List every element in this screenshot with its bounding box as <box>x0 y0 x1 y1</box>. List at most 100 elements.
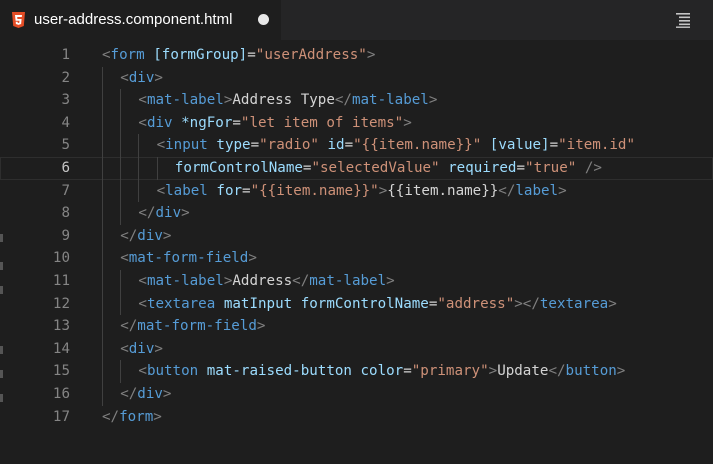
indent-guide <box>120 292 122 316</box>
code-token: < <box>138 295 147 312</box>
line-number: 8 <box>61 205 70 222</box>
indent-guide <box>102 157 103 180</box>
code-line[interactable]: 11 <mat-label>Address</mat-label> <box>0 270 713 293</box>
code-token: > <box>378 182 388 199</box>
code-token: "{{item.name}}" <box>250 182 379 199</box>
code-line[interactable]: 3 <mat-label>Address Type</mat-label> <box>0 89 713 112</box>
code-token: div <box>137 386 163 402</box>
code-token: label <box>515 182 559 199</box>
code-token: mat-label <box>146 273 224 289</box>
code-line[interactable]: 6 formControlName = "selectedValue" require… <box>0 157 713 180</box>
code-token: < <box>156 137 166 154</box>
line-number: 5 <box>61 137 70 154</box>
code-token: > <box>386 273 395 289</box>
code-token: > <box>488 363 498 380</box>
code-token: id <box>327 137 345 154</box>
code-token: = <box>232 114 241 131</box>
tab-bar: user-address.component.html <box>0 0 713 40</box>
code-line[interactable]: 2 <div> <box>0 66 713 90</box>
indent-guide <box>102 224 103 248</box>
code-token: > <box>366 47 376 63</box>
code-token: </ <box>120 227 138 244</box>
indent-guide <box>102 134 103 157</box>
code-token: mat-form-field <box>128 250 249 267</box>
code-line[interactable]: 5 <input type="radio" id="{{item.name}}" … <box>0 134 713 157</box>
code-token: [formGroup] <box>153 47 248 63</box>
code-line[interactable]: 7 <label for="{{item.name}}">{{item.name}… <box>0 179 713 203</box>
code-text: <div> <box>120 67 163 90</box>
code-token: formControlName <box>174 160 303 176</box>
line-number: 17 <box>52 408 70 425</box>
indent-guide <box>120 134 122 157</box>
code-token: > <box>181 205 190 222</box>
code-line[interactable]: 16 </div> <box>0 383 713 406</box>
indent-guide <box>102 337 103 361</box>
code-token: form <box>110 47 145 63</box>
code-text: <textarea matInput formControlName="addr… <box>138 293 616 316</box>
code-text: <form [formGroup]="userAddress"> <box>102 44 375 67</box>
code-token: Update <box>497 363 549 380</box>
code-text: <label for="{{item.name}}">{{item.name}}… <box>157 180 567 203</box>
code-line[interactable]: 4 <div *ngFor="let item of items"> <box>0 111 713 135</box>
code-token: = <box>403 363 412 380</box>
code-line[interactable]: 13 </mat-form-field> <box>0 315 713 338</box>
tab-title: user-address.component.html <box>34 11 233 28</box>
code-token: > <box>616 363 626 380</box>
code-token: label <box>165 182 208 199</box>
code-token: </ <box>102 408 120 425</box>
code-token: mat-label <box>351 92 429 109</box>
code-text: <div> <box>120 338 163 361</box>
code-token: < <box>138 273 147 289</box>
code-line[interactable]: 14 <div> <box>0 337 713 361</box>
code-token: "{{item.name}}" <box>353 137 482 154</box>
code-editor[interactable]: 1 <form [formGroup]="userAddress"> 2 <div> 3… <box>0 40 713 464</box>
code-token: "let item of items" <box>240 114 404 131</box>
code-token: textarea <box>539 295 609 312</box>
indent-guide <box>102 383 103 406</box>
code-line[interactable]: 15 <button mat-raised-button color="prima… <box>0 360 713 383</box>
indent-guide <box>102 360 103 383</box>
code-token: [value] <box>489 137 550 154</box>
indent-guide <box>120 111 122 135</box>
code-token: "primary" <box>411 363 489 380</box>
line-number: 2 <box>61 69 70 86</box>
code-line[interactable]: 17 </form> <box>0 406 713 429</box>
indent-guide <box>102 315 103 338</box>
code-token: > <box>608 295 617 312</box>
code-token: matInput <box>223 295 293 312</box>
indent-guide <box>120 157 122 180</box>
code-token: </ <box>120 318 138 335</box>
code-token: "selectedValue" <box>311 160 440 176</box>
code-token: </ <box>498 182 516 199</box>
code-token: div <box>137 227 163 244</box>
code-text: <mat-form-field> <box>120 247 257 270</box>
code-token: mat-label <box>146 92 224 109</box>
editor-outline-icon[interactable] <box>675 12 693 28</box>
code-token: button <box>565 363 617 380</box>
code-token: > <box>153 408 162 425</box>
code-token: = <box>549 137 559 154</box>
code-token: > <box>154 69 163 86</box>
editor-tab[interactable]: user-address.component.html <box>0 0 281 40</box>
code-line[interactable]: 10 <mat-form-field> <box>0 247 713 270</box>
indent-guide <box>120 202 122 225</box>
code-token: = <box>247 47 256 63</box>
code-text: </mat-form-field> <box>120 315 265 338</box>
indent-guide <box>102 247 103 270</box>
code-token: < <box>138 114 147 131</box>
code-line[interactable]: 8 </div> <box>0 202 713 225</box>
line-number: 7 <box>61 182 70 199</box>
code-line[interactable]: 1 <form [formGroup]="userAddress"> <box>0 44 713 67</box>
code-token: > <box>162 227 172 244</box>
code-line[interactable]: 12 <textarea matInput formControlName="ad… <box>0 292 713 316</box>
code-line[interactable]: 9 </div> <box>0 224 713 248</box>
unsaved-dot[interactable] <box>258 14 269 25</box>
code-token: > <box>154 340 163 357</box>
code-token: form <box>119 408 154 425</box>
